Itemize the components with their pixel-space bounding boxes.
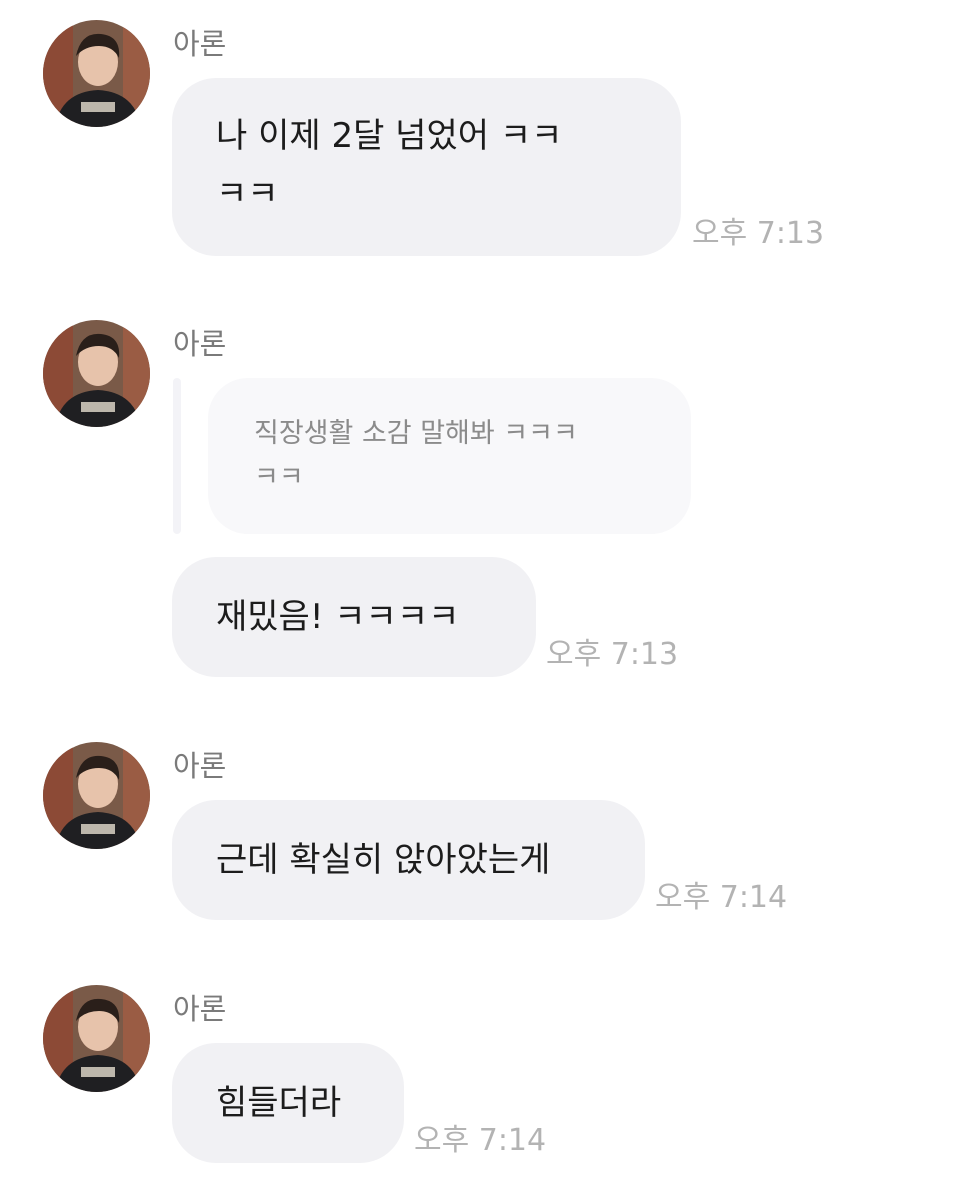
message-bubble[interactable]: 근데 확실히 앉아았는게 bbox=[172, 800, 645, 920]
message-time: 오후 7:14 bbox=[655, 880, 788, 915]
message-line: ㅋㅋ bbox=[216, 174, 279, 214]
message-line: 근데 확실히 앉아았는게 bbox=[216, 840, 551, 880]
sender-name: 아론 bbox=[173, 992, 227, 1026]
message-line: 힘들더라 bbox=[216, 1083, 342, 1123]
sender-name: 아론 bbox=[173, 27, 227, 61]
message-line: 나 이제 2달 넘었어 ㅋㅋ bbox=[216, 116, 563, 156]
sender-name: 아론 bbox=[173, 327, 227, 361]
avatar[interactable] bbox=[43, 20, 150, 127]
message-bubble[interactable]: 힘들더라 bbox=[172, 1043, 404, 1163]
reply-quote-bubble[interactable]: 직장생활 소감 말해봐 ㅋㅋㅋ ㅋㅋ bbox=[208, 378, 691, 534]
reply-quote-bar bbox=[173, 378, 181, 534]
message-bubble[interactable]: 재밌음! ㅋㅋㅋㅋ bbox=[172, 557, 536, 677]
message-line: 재밌음! ㅋㅋㅋㅋ bbox=[216, 597, 460, 637]
avatar[interactable] bbox=[43, 742, 150, 849]
reply-quote-line: ㅋㅋ bbox=[254, 462, 304, 493]
message-time: 오후 7:13 bbox=[692, 216, 825, 251]
message-time: 오후 7:14 bbox=[414, 1123, 547, 1158]
message-bubble[interactable]: 나 이제 2달 넘었어 ㅋㅋ ㅋㅋ bbox=[172, 78, 681, 256]
sender-name: 아론 bbox=[173, 749, 227, 783]
avatar[interactable] bbox=[43, 320, 150, 427]
message-time: 오후 7:13 bbox=[546, 637, 679, 672]
avatar[interactable] bbox=[43, 985, 150, 1092]
reply-quote-line: 직장생활 소감 말해봐 ㅋㅋㅋ bbox=[254, 418, 578, 449]
